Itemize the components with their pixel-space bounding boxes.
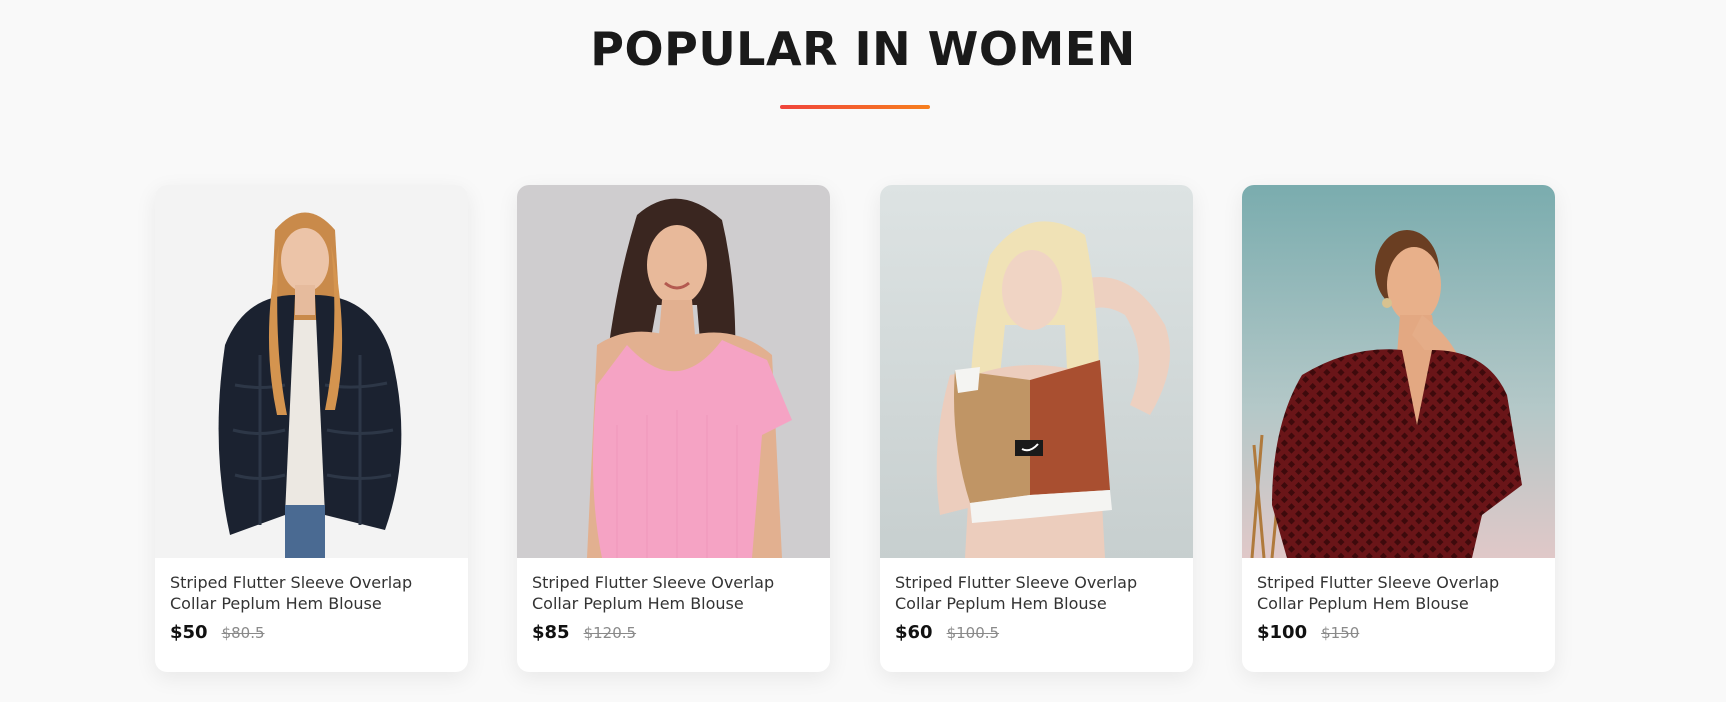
- price-row: $60 $100.5: [895, 622, 1178, 643]
- new-price: $85: [532, 622, 570, 643]
- price-row: $85 $120.5: [532, 622, 815, 643]
- product-card[interactable]: Striped Flutter Sleeve Overlap Collar Pe…: [880, 185, 1193, 672]
- product-name[interactable]: Striped Flutter Sleeve Overlap Collar Pe…: [1257, 572, 1540, 614]
- price-row: $100 $150: [1257, 622, 1540, 643]
- section-title: POPULAR IN WOMEN: [590, 22, 1136, 76]
- new-price: $60: [895, 622, 933, 643]
- old-price: $120.5: [583, 624, 637, 642]
- old-price: $80.5: [221, 624, 265, 642]
- new-price: $50: [170, 622, 208, 643]
- new-price: $100: [1257, 622, 1308, 643]
- product-grid: Striped Flutter Sleeve Overlap Collar Pe…: [155, 185, 1555, 672]
- product-card[interactable]: Striped Flutter Sleeve Overlap Collar Pe…: [155, 185, 468, 672]
- price-row: $50 $80.5: [170, 622, 453, 643]
- product-card[interactable]: Striped Flutter Sleeve Overlap Collar Pe…: [1242, 185, 1555, 672]
- product-name[interactable]: Striped Flutter Sleeve Overlap Collar Pe…: [170, 572, 453, 614]
- product-image[interactable]: [155, 185, 468, 558]
- product-name[interactable]: Striped Flutter Sleeve Overlap Collar Pe…: [532, 572, 815, 614]
- title-underline: [780, 105, 930, 109]
- product-image[interactable]: [880, 185, 1193, 558]
- product-name[interactable]: Striped Flutter Sleeve Overlap Collar Pe…: [895, 572, 1178, 614]
- old-price: $150: [1321, 624, 1360, 642]
- product-image[interactable]: [1242, 185, 1555, 558]
- product-image[interactable]: [517, 185, 830, 558]
- product-card[interactable]: Striped Flutter Sleeve Overlap Collar Pe…: [517, 185, 830, 672]
- old-price: $100.5: [946, 624, 1000, 642]
